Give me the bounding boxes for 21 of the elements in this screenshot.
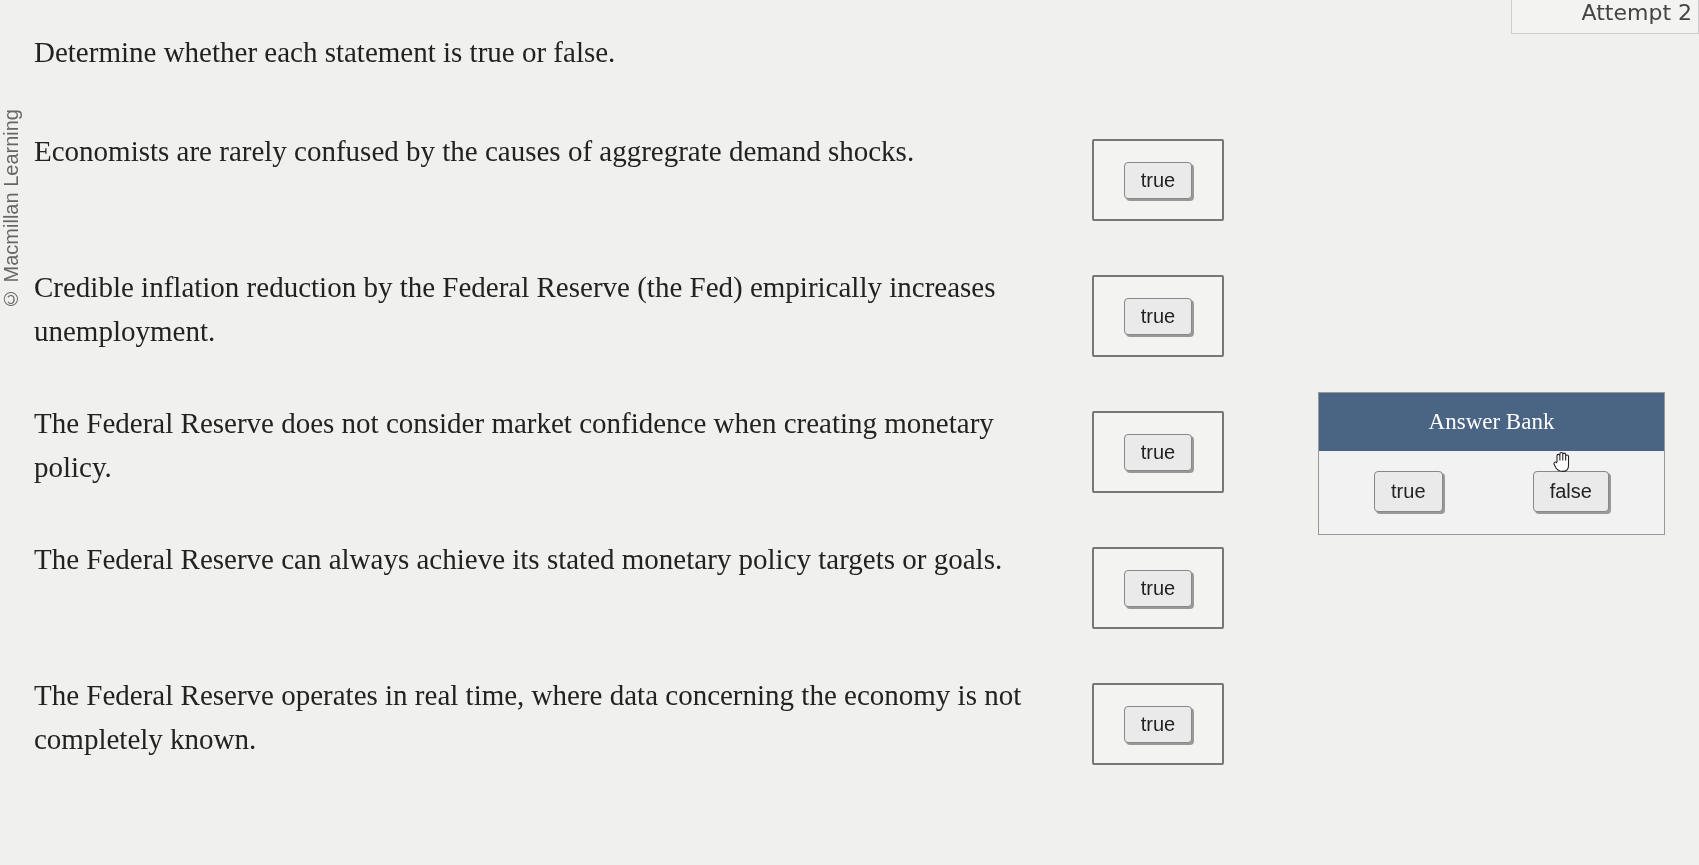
answer-chip[interactable]: true (1123, 161, 1193, 199)
statement-text: The Federal Reserve can always achieve its stated monetary policy targets or goals. (34, 542, 1004, 577)
drop-target[interactable]: true (1092, 275, 1224, 357)
answer-chip[interactable]: true (1123, 705, 1193, 743)
drop-target[interactable]: true (1092, 139, 1224, 221)
answer-chip[interactable]: true (1123, 569, 1193, 607)
statement-text: The Federal Reserve does not consider market confidence when creating monetary policy. (34, 406, 995, 485)
copyright-text: © Macmillan Learning (0, 108, 23, 310)
drop-target[interactable]: true (1092, 547, 1224, 629)
statement-text: Credible inflation reduction by the Federal Reserve (the Fed) empirically increases unemployment. (34, 270, 997, 349)
answer-chip[interactable]: true (1123, 297, 1193, 335)
drop-target[interactable]: true (1092, 411, 1224, 493)
answer-chip[interactable]: true (1374, 471, 1443, 512)
instruction-text: Determine whether each statement is true or false. (34, 36, 617, 69)
statement-text: Economists are rarely confused by the causes of aggregrate demand shocks. (34, 134, 916, 169)
statement-text: The Federal Reserve operates in real time, where data concerning the economy is not completely known. (34, 678, 1023, 757)
answer-chip[interactable]: false (1532, 471, 1609, 512)
attempt-label: Attempt 2 (1510, 0, 1699, 34)
answer-chip[interactable]: true (1123, 433, 1193, 471)
answer-bank-title: Answer Bank (1319, 393, 1664, 451)
drop-target[interactable]: true (1092, 683, 1224, 765)
